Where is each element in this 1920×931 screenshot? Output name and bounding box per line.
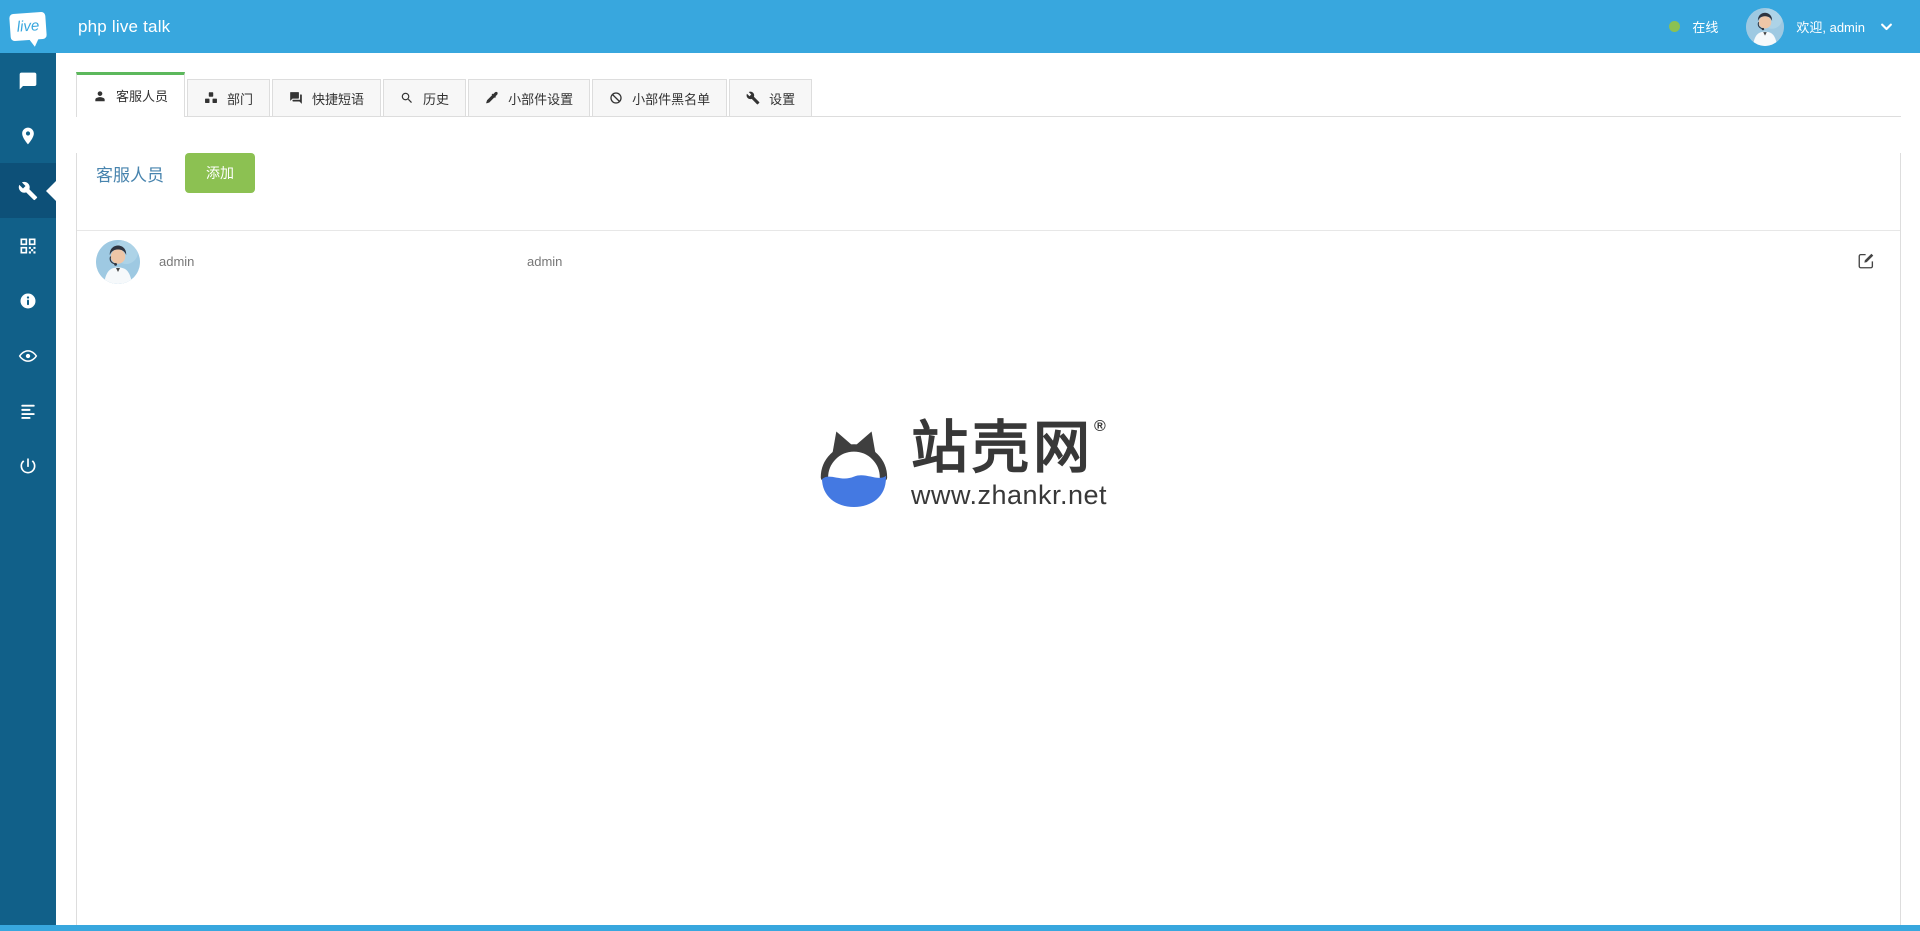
power-icon <box>18 456 38 476</box>
tab-bar: 客服人员 部门 快捷短语 历史 小部件设置 小部件黑名单 设置 <box>76 72 1901 117</box>
tab-settings[interactable]: 设置 <box>729 79 812 116</box>
table-row: admin admin <box>77 230 1900 292</box>
tab-agents[interactable]: 客服人员 <box>76 72 185 117</box>
eyedropper-icon <box>485 91 499 105</box>
tab-label: 快捷短语 <box>312 89 364 108</box>
tab-canned-phrases[interactable]: 快捷短语 <box>272 79 381 116</box>
comments-icon <box>289 91 303 105</box>
sidebar-item-monitor[interactable] <box>0 328 56 383</box>
main-area: 客服人员 部门 快捷短语 历史 小部件设置 小部件黑名单 设置 客服人员 <box>56 53 1920 925</box>
app-title: php live talk <box>78 17 170 37</box>
logo-text: live <box>16 17 40 36</box>
sidebar-item-qrcode[interactable] <box>0 218 56 273</box>
sidebar-item-tools-active[interactable] <box>0 163 56 218</box>
page-title: 客服人员 <box>96 161 164 186</box>
info-icon <box>18 291 38 311</box>
tab-label: 设置 <box>769 89 795 108</box>
logs-icon <box>18 401 38 421</box>
tab-label: 小部件黑名单 <box>632 89 710 108</box>
add-button[interactable]: 添加 <box>185 153 255 193</box>
user-avatar[interactable] <box>1746 8 1784 46</box>
chat-icon <box>18 71 38 91</box>
app-header: live php live talk 在线 欢迎, admin <box>0 0 1920 53</box>
sidebar-item-info[interactable] <box>0 273 56 328</box>
tab-history[interactable]: 历史 <box>383 79 466 116</box>
tab-departments[interactable]: 部门 <box>187 79 270 116</box>
eye-icon <box>18 346 38 366</box>
tab-label: 小部件设置 <box>508 89 573 108</box>
bottom-accent-bar <box>0 925 1920 931</box>
sidebar-item-chat[interactable] <box>0 53 56 108</box>
wrench-icon <box>18 181 38 201</box>
header-right: 在线 欢迎, admin <box>1669 8 1920 46</box>
app-logo[interactable]: live <box>0 0 56 53</box>
sidebar-nav <box>0 53 56 925</box>
welcome-label: 欢迎, admin <box>1796 17 1865 36</box>
row-avatar <box>96 240 140 284</box>
chevron-down-icon[interactable] <box>1879 19 1894 34</box>
online-status-label: 在线 <box>1692 17 1718 36</box>
agents-list: admin admin <box>77 230 1900 292</box>
content-panel: 客服人员 添加 admin adm <box>76 153 1901 931</box>
sidebar-item-logout[interactable] <box>0 438 56 493</box>
edit-icon <box>1857 252 1875 270</box>
tab-label: 部门 <box>227 89 253 108</box>
panel-header: 客服人员 添加 <box>96 153 1900 193</box>
agent-username: admin <box>527 254 1856 269</box>
avatar-image <box>1746 8 1784 46</box>
live-bubble-icon: live <box>9 12 47 41</box>
wrench-icon <box>746 91 760 105</box>
cubes-icon <box>204 91 218 105</box>
avatar-image <box>96 240 140 284</box>
agent-name: admin <box>159 254 527 269</box>
online-status-dot-icon <box>1669 21 1680 32</box>
search-icon <box>400 91 414 105</box>
tab-label: 历史 <box>423 89 449 108</box>
tab-widget-blacklist[interactable]: 小部件黑名单 <box>592 79 727 116</box>
sidebar-item-location[interactable] <box>0 108 56 163</box>
edit-button[interactable] <box>1856 252 1876 272</box>
location-icon <box>18 126 38 146</box>
user-icon <box>93 89 107 103</box>
ban-icon <box>609 91 623 105</box>
sidebar-item-logs[interactable] <box>0 383 56 438</box>
qrcode-icon <box>18 236 38 256</box>
tab-label: 客服人员 <box>116 86 168 105</box>
tab-widget-settings[interactable]: 小部件设置 <box>468 79 590 116</box>
